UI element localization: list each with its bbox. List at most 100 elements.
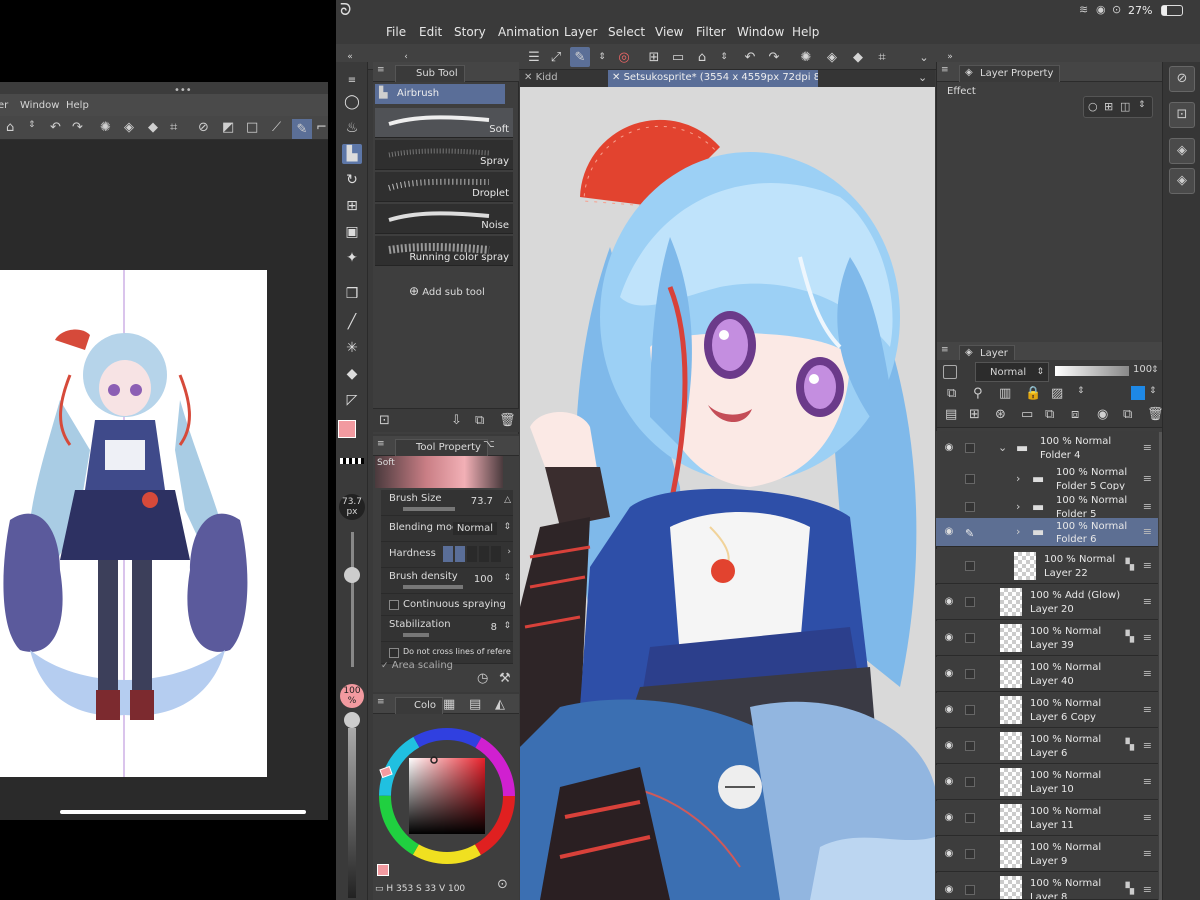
- sub-tool-settings-icon[interactable]: ⊡: [379, 414, 390, 427]
- blend-mode-select[interactable]: Normal ⇕: [975, 362, 1049, 382]
- chevron-right-icon[interactable]: ›: [1016, 500, 1020, 513]
- layer-lock-toggle[interactable]: [943, 365, 957, 379]
- tone-effect-icon[interactable]: ⊞: [1104, 101, 1113, 112]
- redo-icon[interactable]: ↷: [72, 121, 83, 134]
- visibility-eye-icon[interactable]: ◉: [943, 526, 955, 538]
- panel-menu-icon[interactable]: ≡: [377, 66, 385, 75]
- lock-transparent-icon[interactable]: ▨: [1051, 387, 1063, 400]
- chevron-updown-icon[interactable]: ⇕: [503, 622, 511, 631]
- left-canvas-paper[interactable]: [0, 270, 267, 777]
- menu-filter[interactable]: Filter: [696, 25, 726, 39]
- drag-handle-icon[interactable]: ≡: [1143, 739, 1152, 752]
- brush-size-slider-track[interactable]: [351, 532, 354, 667]
- chevron-down-icon[interactable]: ⌄: [918, 72, 927, 83]
- brush-droplet[interactable]: Droplet: [375, 172, 513, 202]
- menu-view[interactable]: View: [655, 25, 683, 39]
- left-menu-help[interactable]: Help: [66, 100, 89, 111]
- drag-handle-icon[interactable]: ≡: [1143, 811, 1152, 824]
- layer-options-icon[interactable]: ▤: [945, 408, 957, 421]
- crop-icon[interactable]: ⌗: [872, 47, 892, 67]
- loading-icon[interactable]: ✺: [100, 121, 111, 134]
- left-menu-window[interactable]: Window: [20, 100, 59, 111]
- fill-bucket-icon[interactable]: ◆: [342, 364, 362, 384]
- brush-size-slider-thumb[interactable]: [344, 567, 360, 583]
- layer-search-icon[interactable]: ◈: [1169, 138, 1195, 164]
- strip-grip-icon[interactable]: ≡: [342, 70, 362, 90]
- layer-edit-box[interactable]: [965, 474, 975, 484]
- layer-edit-box[interactable]: [965, 633, 975, 643]
- layer-edit-box[interactable]: [965, 741, 975, 751]
- spiral-icon[interactable]: ◎: [614, 47, 634, 67]
- new-raster-layer-icon[interactable]: ⊞: [969, 408, 980, 421]
- brush-soft[interactable]: Soft: [375, 108, 513, 138]
- menu-edit[interactable]: Edit: [419, 25, 442, 39]
- lock-icon[interactable]: 🔒: [1025, 387, 1041, 400]
- layer-edit-box[interactable]: [965, 813, 975, 823]
- navigator-icon[interactable]: ⊘: [1169, 66, 1195, 92]
- square-icon[interactable]: □: [246, 121, 258, 134]
- chevron-right-icon[interactable]: ›: [1016, 472, 1020, 485]
- color-set-tab-icon[interactable]: ▦: [443, 698, 455, 711]
- speech-bubble-icon[interactable]: ◯: [342, 92, 362, 112]
- chevron-right-icon[interactable]: ›: [507, 548, 511, 557]
- layer-row-layer-20[interactable]: ◉ 100 % Add (Glow) Layer 20 ≡: [936, 585, 1158, 620]
- layer-row-layer-39[interactable]: ◉ 100 % Normal Layer 39 ▚ ≡: [936, 621, 1158, 656]
- apply-mask-icon[interactable]: ⧉: [1123, 408, 1132, 421]
- eyedropper-icon[interactable]: ⊙: [497, 878, 508, 891]
- opacity-value[interactable]: 100: [1133, 364, 1152, 375]
- layer-edit-box[interactable]: [965, 561, 975, 571]
- drag-handle-icon[interactable]: ≡: [1143, 500, 1152, 513]
- drag-handle-icon[interactable]: ≡: [1143, 631, 1152, 644]
- trash-icon[interactable]: 🗑: [499, 414, 516, 427]
- layer-edit-box[interactable]: [965, 443, 975, 453]
- magic-wand-icon[interactable]: ✳: [342, 338, 362, 358]
- redo-icon[interactable]: ↷: [764, 47, 784, 67]
- menu-select[interactable]: Select: [608, 25, 645, 39]
- layer-edit-box[interactable]: [965, 502, 975, 512]
- visibility-eye-icon[interactable]: ◉: [943, 596, 955, 608]
- chevron-updown-icon[interactable]: ⇕: [1151, 366, 1159, 375]
- expand-icon[interactable]: ⤢: [546, 47, 566, 67]
- hardness-step-1[interactable]: [443, 546, 453, 562]
- new-folder-icon[interactable]: ▭: [1021, 408, 1033, 421]
- chevron-right-icon[interactable]: ›: [1016, 525, 1020, 538]
- chevron-updown-icon[interactable]: ⇕: [1077, 387, 1085, 396]
- continuous-spraying-row[interactable]: Continuous spraying: [381, 594, 513, 616]
- main-color-swatch[interactable]: [338, 420, 356, 438]
- continuous-spraying-checkbox[interactable]: [389, 600, 399, 610]
- drag-handle-icon[interactable]: ≡: [1143, 595, 1152, 608]
- wrench-icon[interactable]: ⚒: [499, 672, 511, 685]
- airbrush-tool-icon[interactable]: ▙: [342, 144, 362, 164]
- panel-menu-icon[interactable]: ≡: [377, 698, 385, 707]
- panel-menu-icon[interactable]: ≡: [941, 346, 949, 355]
- pen-editing-icon[interactable]: ✎: [965, 527, 975, 540]
- chevron-updown-icon[interactable]: ⇕: [503, 574, 511, 583]
- panel-menu-icon[interactable]: ≡: [377, 440, 385, 449]
- chevron-updown-icon[interactable]: ⇕: [28, 121, 36, 130]
- layer-edit-box[interactable]: [965, 777, 975, 787]
- drag-handle-icon[interactable]: ≡: [1143, 775, 1152, 788]
- brush-running-color-spray[interactable]: Running color spray: [375, 236, 513, 266]
- layer-edit-box[interactable]: [965, 597, 975, 607]
- open-folder-icon[interactable]: ▭: [668, 47, 688, 67]
- undo-icon[interactable]: ↶: [740, 47, 760, 67]
- left-menu-item[interactable]: er: [0, 100, 8, 111]
- export-icon[interactable]: ⌂: [692, 47, 712, 67]
- edit-mode-icon[interactable]: ✎: [570, 47, 590, 67]
- layer-row-layer-6-copy[interactable]: ◉ 100 % Normal Layer 6 Copy ≡: [936, 693, 1158, 728]
- airbrush-group-tab[interactable]: ▙ Airbrush: [375, 84, 505, 104]
- menu-file[interactable]: File: [386, 25, 406, 39]
- layer-color-toggle[interactable]: [1131, 386, 1145, 400]
- layer-row-layer-40[interactable]: ◉ 100 % Normal Layer 40 ≡: [936, 657, 1158, 692]
- chevron-updown-icon[interactable]: ⇕: [592, 47, 612, 67]
- layer-row-layer-10[interactable]: ◉ 100 % Normal Layer 10 ≡: [936, 765, 1158, 800]
- material-icon[interactable]: ⊡: [1169, 102, 1195, 128]
- panel-menu-icon[interactable]: ≡: [941, 66, 949, 75]
- visibility-eye-icon[interactable]: ◉: [943, 776, 955, 788]
- menu-layer[interactable]: Layer: [564, 25, 597, 39]
- export-icon[interactable]: ⌂: [6, 121, 14, 134]
- chevron-up-icon[interactable]: △: [504, 496, 511, 505]
- transform-icon[interactable]: ⟋: [272, 121, 281, 134]
- chevron-updown-icon[interactable]: ⇕: [1138, 101, 1146, 110]
- drag-handle-icon[interactable]: ≡: [1143, 441, 1152, 454]
